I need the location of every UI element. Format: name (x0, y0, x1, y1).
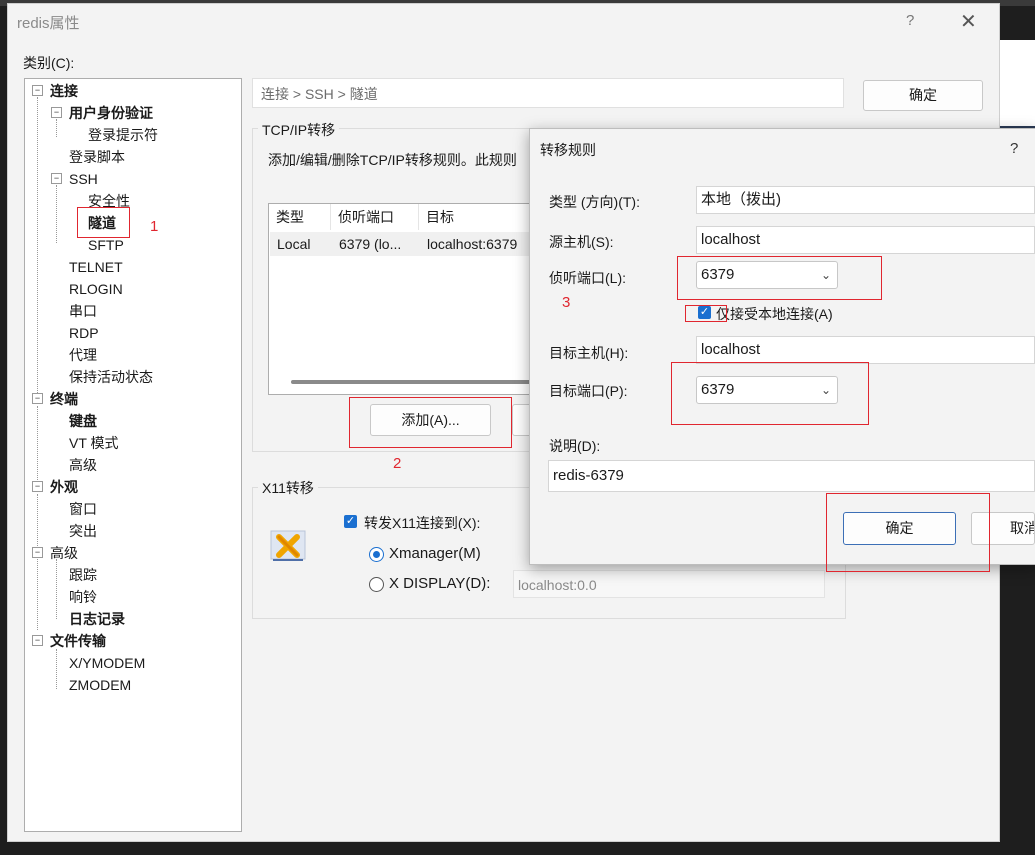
tree-item-appearance[interactable]: 外观 (50, 477, 78, 497)
annotation-box-listen-port (677, 256, 882, 300)
tcp-description: 添加/编辑/删除TCP/IP转移规则。此规则 (268, 152, 517, 168)
tree-item-login-prompt[interactable]: 登录提示符 (88, 125, 158, 145)
collapse-icon[interactable]: − (32, 85, 43, 96)
tree-item-highlight[interactable]: 突出 (69, 521, 97, 541)
tree-line (56, 559, 57, 619)
x11-group-title: X11转移 (258, 478, 318, 498)
xdisplay-input[interactable]: localhost:0.0 (513, 570, 825, 598)
tree-item-xymodem[interactable]: X/YMODEM (69, 653, 145, 673)
target-host-label: 目标主机(H): (549, 345, 629, 361)
tree-item-keepalive[interactable]: 保持活动状态 (69, 367, 153, 387)
collapse-icon[interactable]: − (32, 481, 43, 492)
close-icon[interactable]: ✕ (960, 9, 977, 34)
forward-x11-label: 转发X11连接到(X): (364, 515, 481, 531)
tree-item-telnet[interactable]: TELNET (69, 257, 123, 277)
tree-item-terminal[interactable]: 终端 (50, 389, 78, 409)
help-button[interactable]: ? (906, 12, 914, 29)
collapse-icon[interactable]: − (51, 173, 62, 184)
tree-item-keyboard[interactable]: 键盘 (69, 411, 97, 431)
row-listen-port: 6379 (lo... (339, 236, 402, 252)
annotation-number-3: 3 (562, 294, 571, 311)
description-label: 说明(D): (549, 438, 601, 454)
tree-item-vt-mode[interactable]: VT 模式 (69, 433, 119, 453)
collapse-icon[interactable]: − (51, 107, 62, 118)
tree-item-trace[interactable]: 跟踪 (69, 565, 97, 585)
listen-port-label: 侦听端口(L): (549, 270, 626, 286)
rule-help-button[interactable]: ? (1010, 140, 1018, 157)
tree-item-connection[interactable]: 连接 (50, 81, 78, 101)
tree-item-logging[interactable]: 日志记录 (69, 609, 125, 629)
tcp-group-title: TCP/IP转移 (258, 120, 340, 140)
row-type: Local (277, 236, 311, 252)
collapse-icon[interactable]: − (32, 635, 43, 646)
target-port-label: 目标端口(P): (549, 383, 628, 399)
background-window-strip (998, 40, 1035, 126)
tree-item-zmodem[interactable]: ZMODEM (69, 675, 131, 695)
tree-line (37, 494, 38, 630)
forwarding-rules-list[interactable]: 类型 侦听端口 目标 Local 6379 (lo... localhost:6… (268, 203, 540, 395)
tree-line (56, 119, 57, 137)
annotation-box-local-only (685, 305, 727, 322)
xmanager-label: Xmanager(M) (389, 545, 481, 562)
tree-item-rdp[interactable]: RDP (69, 323, 99, 343)
category-tree[interactable]: − − − − − − − 连接 用户身份验证 登录提示符 登录脚本 SSH 安… (24, 78, 242, 832)
tree-item-auth[interactable]: 用户身份验证 (69, 103, 153, 123)
category-label: 类别(C): (23, 55, 75, 71)
source-host-label: 源主机(S): (549, 234, 614, 250)
target-host-input[interactable]: localhost (696, 336, 1035, 364)
collapse-icon[interactable]: − (32, 547, 43, 558)
tree-item-bell[interactable]: 响铃 (69, 587, 97, 607)
dialog-title: redis属性 (17, 15, 80, 32)
tree-item-ssh[interactable]: SSH (69, 169, 98, 189)
tree-line (56, 185, 57, 243)
annotation-box-ok (826, 493, 990, 572)
xdisplay-radio[interactable] (369, 577, 384, 592)
tree-line (37, 97, 38, 397)
source-host-input[interactable]: localhost (696, 226, 1035, 254)
annotation-number-2: 2 (393, 455, 402, 472)
ok-button[interactable]: 确定 (863, 80, 983, 111)
column-header-listen-port[interactable]: 侦听端口 (331, 204, 419, 230)
type-label: 类型 (方向)(T): (549, 194, 640, 210)
local-only-label: 仅接受本地连接(A) (716, 306, 833, 322)
tree-item-file-transfer[interactable]: 文件传输 (50, 631, 106, 651)
rule-dialog-title: 转移规则 (540, 142, 596, 158)
type-field[interactable]: 本地（拨出) (696, 186, 1035, 214)
description-input[interactable]: redis-6379 (548, 460, 1035, 492)
horizontal-scrollbar[interactable] (291, 380, 531, 384)
tree-item-terminal-advanced[interactable]: 高级 (69, 455, 97, 475)
collapse-icon[interactable]: − (32, 393, 43, 404)
annotation-box-add (349, 397, 512, 448)
xmanager-radio[interactable] (369, 547, 384, 562)
tree-item-proxy[interactable]: 代理 (69, 345, 97, 365)
xdisplay-label: X DISPLAY(D): (389, 575, 491, 592)
row-target: localhost:6379 (427, 236, 518, 252)
forward-x11-checkbox[interactable]: ✓ (344, 515, 357, 528)
tree-item-rlogin[interactable]: RLOGIN (69, 279, 123, 299)
tree-item-advanced[interactable]: 高级 (50, 543, 78, 563)
xmanager-logo-icon (270, 530, 306, 562)
column-header-target[interactable]: 目标 (419, 204, 539, 230)
tree-line (37, 406, 38, 486)
annotation-box-target-port (671, 362, 869, 425)
annotation-number-1: 1 (150, 218, 159, 235)
tree-item-sftp[interactable]: SFTP (88, 235, 124, 255)
column-header-type[interactable]: 类型 (269, 204, 331, 230)
tree-item-window[interactable]: 窗口 (69, 499, 97, 519)
breadcrumb: 连接 > SSH > 隧道 (252, 78, 844, 108)
tree-line (56, 649, 57, 689)
annotation-box-tunnel (77, 207, 130, 238)
tree-item-serial[interactable]: 串口 (69, 301, 97, 321)
tree-item-login-script[interactable]: 登录脚本 (69, 147, 125, 167)
